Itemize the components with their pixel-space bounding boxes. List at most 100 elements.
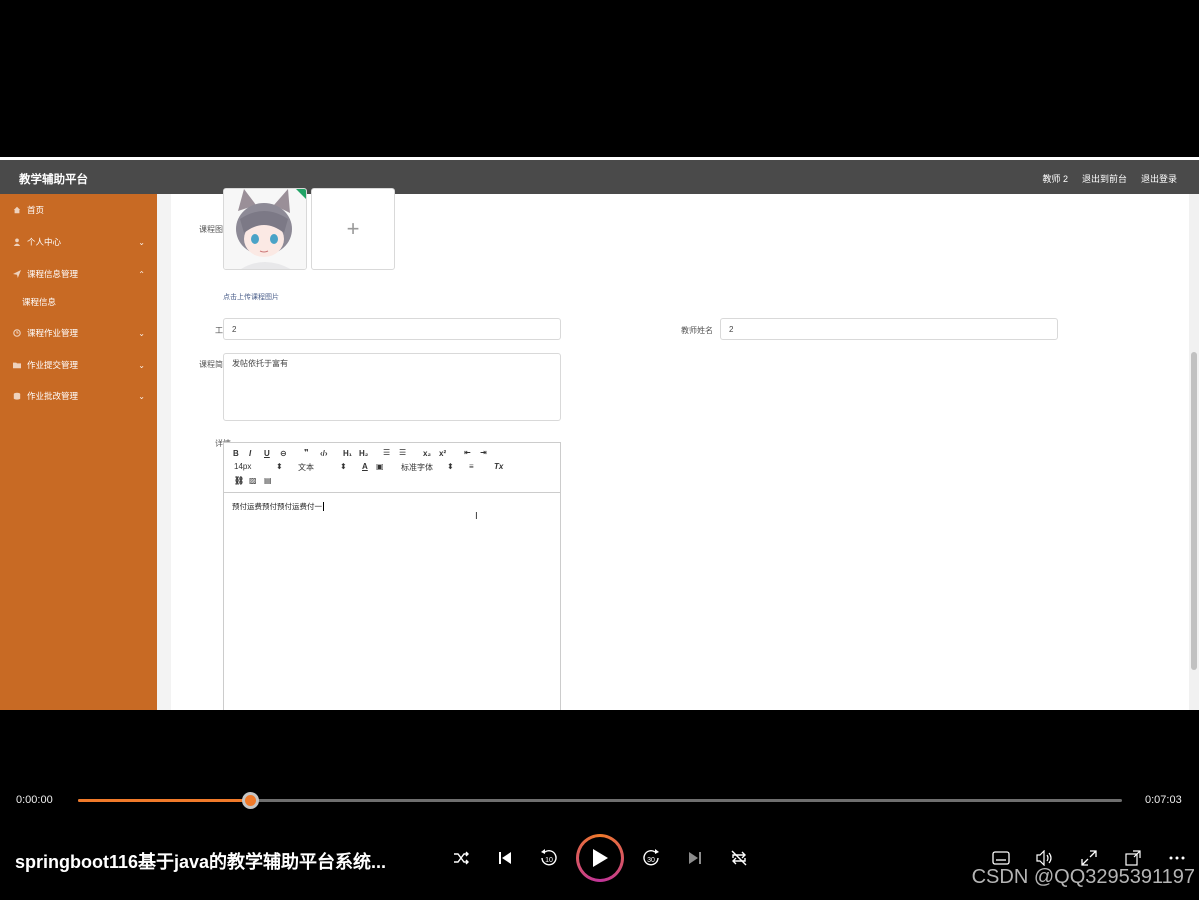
clear-format-icon[interactable]: Tx	[494, 462, 503, 471]
editor-text: 预付运费预付预付运费付一	[232, 502, 322, 511]
video-title: springboot116基于java的教学辅助平台系统...	[15, 852, 387, 872]
next-icon[interactable]	[683, 846, 707, 870]
seek-handle[interactable]	[242, 792, 260, 809]
font-color-icon[interactable]: A	[362, 462, 368, 471]
chevron-up-icon: ⌃	[138, 269, 145, 279]
sidebar-item-grading-mgmt[interactable]: 作业批改管理 ⌄	[0, 384, 157, 408]
sidebar-item-personal[interactable]: 个人中心 ⌄	[0, 230, 157, 254]
link-icon[interactable]: ⛓	[234, 476, 244, 485]
home-icon	[13, 206, 21, 214]
ibeam-cursor-icon: I	[475, 511, 478, 522]
play-button[interactable]	[576, 834, 624, 882]
send-icon	[13, 270, 21, 278]
sidebar-item-label: 课程信息管理	[27, 269, 79, 279]
code-icon[interactable]: ‹/›	[320, 449, 328, 458]
user-links: 教师 2 退出到前台 退出登录	[1042, 172, 1177, 185]
text-cursor	[323, 502, 324, 511]
plus-icon: +	[346, 216, 360, 241]
rewind-10-icon[interactable]: 10	[537, 846, 561, 870]
chevron-down-icon: ⌄	[138, 391, 145, 401]
h2-button[interactable]: H₂	[359, 449, 368, 458]
sidebar-item-course-info[interactable]: 课程信息	[0, 290, 157, 314]
current-user[interactable]: 教师 2	[1042, 172, 1068, 185]
sidebar-item-label: 课程信息	[22, 297, 57, 307]
quote-icon[interactable]: ❞	[304, 448, 309, 457]
job-no-input[interactable]: 2	[223, 318, 561, 340]
seek-bar[interactable]	[78, 792, 1122, 809]
chevron-down-icon: ⌄	[138, 360, 145, 370]
align-icon[interactable]: ≡	[469, 462, 474, 471]
clock-icon	[13, 329, 21, 337]
italic-button[interactable]: I	[249, 449, 251, 458]
select-arrow-icon: ⬍	[276, 462, 283, 471]
sidebar-item-course-info-mgmt[interactable]: 课程信息管理 ⌃	[0, 262, 157, 286]
chevron-down-icon: ⌄	[138, 237, 145, 247]
video-frame: 教学辅助平台 教师 2 退出到前台 退出登录 首页 个人中心 ⌄ 课程信息管理 …	[0, 157, 1199, 710]
logout-link[interactable]: 退出登录	[1141, 172, 1177, 185]
teacher-name-input[interactable]: 2	[720, 318, 1058, 340]
watermark: CSDN @QQ3295391197	[971, 866, 1195, 888]
outdent-icon[interactable]: ⇤	[464, 448, 471, 457]
chevron-down-icon: ⌄	[138, 328, 145, 338]
repeat-off-icon[interactable]	[727, 846, 751, 870]
strike-icon[interactable]: ⊖	[280, 449, 287, 458]
sidebar-item-label: 作业批改管理	[27, 391, 79, 401]
sidebar-item-homework-mgmt[interactable]: 课程作业管理 ⌄	[0, 321, 157, 345]
play-icon	[593, 849, 608, 867]
svg-text:30: 30	[647, 857, 655, 864]
h1-button[interactable]: H₁	[343, 449, 352, 458]
ordered-list-icon[interactable]: ☰	[383, 448, 390, 457]
course-intro-textarea[interactable]: 发帖依托于富有	[223, 353, 561, 421]
teacher-name-label: 教师姓名	[681, 326, 713, 335]
indent-icon[interactable]: ⇥	[480, 448, 487, 457]
main-content: 课程图片 + 点击上传课程图片 2 教师姓名 2 课程简介 发帖依托于富有 B …	[157, 188, 1177, 710]
top-navbar: 教学辅助平台 教师 2 退出到前台 退出登录	[0, 160, 1199, 194]
upload-add-button[interactable]: +	[311, 188, 395, 270]
rich-text-editor: B I U ⊖ ❞ ‹/› H₁ H₂ ☰ ☰ x₂ x² ⇤ ⇥ 14px ⬍	[223, 442, 561, 710]
superscript-button[interactable]: x²	[439, 449, 446, 458]
anime-avatar-image	[224, 189, 306, 269]
sidebar-item-home[interactable]: 首页	[0, 198, 157, 222]
sidebar: 首页 个人中心 ⌄ 课程信息管理 ⌃ 课程信息 课程作业管理 ⌄ 作业提交管理 …	[0, 194, 157, 710]
font-family-select[interactable]: 标准字体	[401, 462, 433, 473]
course-intro-label: 课程简介	[199, 360, 231, 369]
detail-label: 详情	[171, 438, 231, 449]
text-style-select[interactable]: 文本	[298, 462, 314, 473]
underline-button[interactable]: U	[264, 449, 270, 458]
select-arrow-icon: ⬍	[340, 462, 347, 471]
editor-content[interactable]: 预付运费预付预付运费付一	[232, 501, 324, 512]
background-color-icon[interactable]: ▣	[376, 462, 384, 471]
font-size-select[interactable]: 14px	[234, 462, 251, 471]
sidebar-item-submission-mgmt[interactable]: 作业提交管理 ⌄	[0, 353, 157, 377]
subscript-button[interactable]: x₂	[423, 449, 431, 458]
forward-30-icon[interactable]: 30	[639, 846, 663, 870]
user-icon	[13, 238, 21, 246]
sidebar-item-label: 课程作业管理	[27, 328, 79, 338]
job-no-label: 工号	[171, 325, 231, 336]
upload-hint[interactable]: 点击上传课程图片	[223, 292, 279, 302]
bullet-list-icon[interactable]: ☰	[399, 448, 406, 457]
course-image-label: 课程图片	[199, 225, 231, 234]
media-controls: 0:00:00 0:07:03 springboot116基于java的教学辅助…	[0, 784, 1199, 900]
database-icon	[13, 392, 21, 400]
select-arrow-icon: ⬍	[447, 462, 454, 471]
seek-progress	[78, 799, 251, 802]
svg-text:10: 10	[545, 857, 553, 864]
course-image-thumbnail[interactable]	[223, 188, 307, 270]
sidebar-item-label: 作业提交管理	[27, 360, 79, 370]
image-icon[interactable]: ▨	[249, 476, 257, 485]
previous-icon[interactable]	[493, 846, 517, 870]
editor-toolbar: B I U ⊖ ❞ ‹/› H₁ H₂ ☰ ☰ x₂ x² ⇤ ⇥ 14px ⬍	[224, 443, 560, 493]
sidebar-item-label: 个人中心	[27, 237, 62, 247]
video-player-window: 教学辅助平台 教师 2 退出到前台 退出登录 首页 个人中心 ⌄ 课程信息管理 …	[0, 0, 1199, 900]
page-scrollbar[interactable]	[1189, 194, 1199, 710]
bold-button[interactable]: B	[233, 449, 239, 458]
current-time: 0:00:00	[16, 794, 53, 806]
back-to-front-link[interactable]: 退出到前台	[1082, 172, 1127, 185]
shuffle-icon[interactable]	[449, 846, 473, 870]
brand-title: 教学辅助平台	[19, 174, 88, 186]
folder-icon	[13, 362, 21, 369]
total-time: 0:07:03	[1145, 794, 1182, 806]
video-icon[interactable]: ▤	[264, 476, 272, 485]
scrollbar-thumb[interactable]	[1191, 352, 1197, 670]
